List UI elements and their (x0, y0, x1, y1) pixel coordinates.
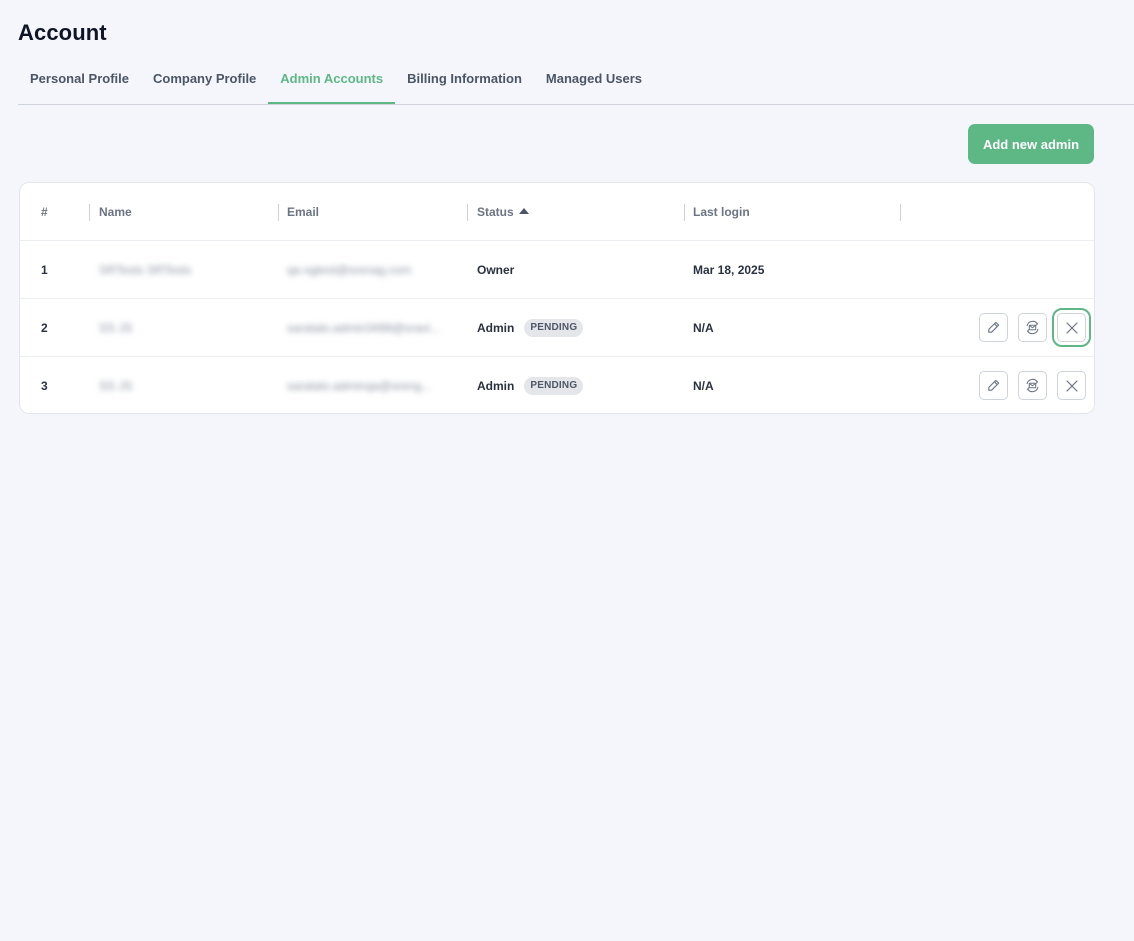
column-header-name[interactable]: Name (99, 183, 269, 240)
tab-managed-users[interactable]: Managed Users (534, 60, 654, 103)
row-status: Admin PENDING (477, 357, 677, 413)
page-title: Account (18, 20, 107, 45)
column-divider[interactable] (900, 204, 901, 221)
edit-button[interactable] (979, 313, 1008, 342)
tab-billing-information[interactable]: Billing Information (395, 60, 534, 103)
row-email: saratalo.admin3498@sravi... (287, 320, 440, 335)
row-last-login: N/A (693, 320, 714, 335)
row-name: SS JS (99, 378, 133, 393)
row-last-login: N/A (693, 378, 714, 393)
row-number: 1 (41, 262, 48, 277)
column-header-email[interactable]: Email (287, 183, 467, 240)
row-email: saratalo.adminqa@sreng... (287, 378, 432, 393)
column-divider[interactable] (467, 204, 468, 221)
row-actions (979, 357, 1086, 413)
column-divider[interactable] (684, 204, 685, 221)
account-tabs: Personal Profile Company Profile Admin A… (18, 60, 1134, 105)
admin-accounts-table: # Name Email Status Last login 1 SRTests… (19, 182, 1095, 414)
row-actions (979, 299, 1091, 356)
remove-admin-button[interactable] (1057, 371, 1086, 400)
row-name: SS JS (99, 320, 133, 335)
column-header-last-login[interactable]: Last login (693, 183, 893, 240)
resend-mail-icon (1026, 320, 1039, 335)
row-status: Owner (477, 241, 677, 298)
add-new-admin-button[interactable]: Add new admin (968, 124, 1094, 164)
pencil-icon (988, 321, 1000, 333)
resend-invite-button[interactable] (1018, 371, 1047, 400)
column-header-status-label: Status (477, 204, 514, 219)
close-icon (1065, 321, 1078, 334)
column-divider[interactable] (89, 204, 90, 221)
row-last-login: Mar 18, 2025 (693, 262, 765, 277)
status-badge: PENDING (524, 376, 584, 395)
column-divider[interactable] (278, 204, 279, 221)
tab-admin-accounts[interactable]: Admin Accounts (268, 60, 396, 104)
row-status-label: Owner (477, 262, 515, 277)
resend-invite-button[interactable] (1018, 313, 1047, 342)
row-email: qa-sgtest@srenag.com (287, 262, 412, 277)
sort-ascending-icon (518, 208, 529, 214)
table-row: 2 SS JS saratalo.admin3498@sravi... Admi… (20, 299, 1094, 357)
row-number: 3 (41, 378, 48, 393)
table-header-row: # Name Email Status Last login (20, 183, 1094, 241)
row-status-label: Admin (477, 378, 515, 393)
resend-mail-icon (1026, 378, 1039, 393)
table-row: 3 SS JS saratalo.adminqa@sreng... Admin … (20, 357, 1094, 413)
row-status: Admin PENDING (477, 299, 677, 356)
column-header-status[interactable]: Status (477, 183, 677, 240)
tab-company-profile[interactable]: Company Profile (141, 60, 268, 103)
tab-personal-profile[interactable]: Personal Profile (18, 60, 141, 103)
status-badge: PENDING (524, 318, 584, 337)
row-number: 2 (41, 320, 48, 335)
edit-button[interactable] (979, 371, 1008, 400)
remove-admin-button[interactable] (1052, 308, 1091, 347)
column-header-number: # (41, 204, 48, 219)
row-status-label: Admin (477, 320, 515, 335)
pencil-icon (988, 379, 1000, 391)
close-icon (1065, 379, 1078, 392)
table-row: 1 SRTests SRTests qa-sgtest@srenag.com O… (20, 241, 1094, 299)
row-name: SRTests SRTests (99, 262, 192, 277)
